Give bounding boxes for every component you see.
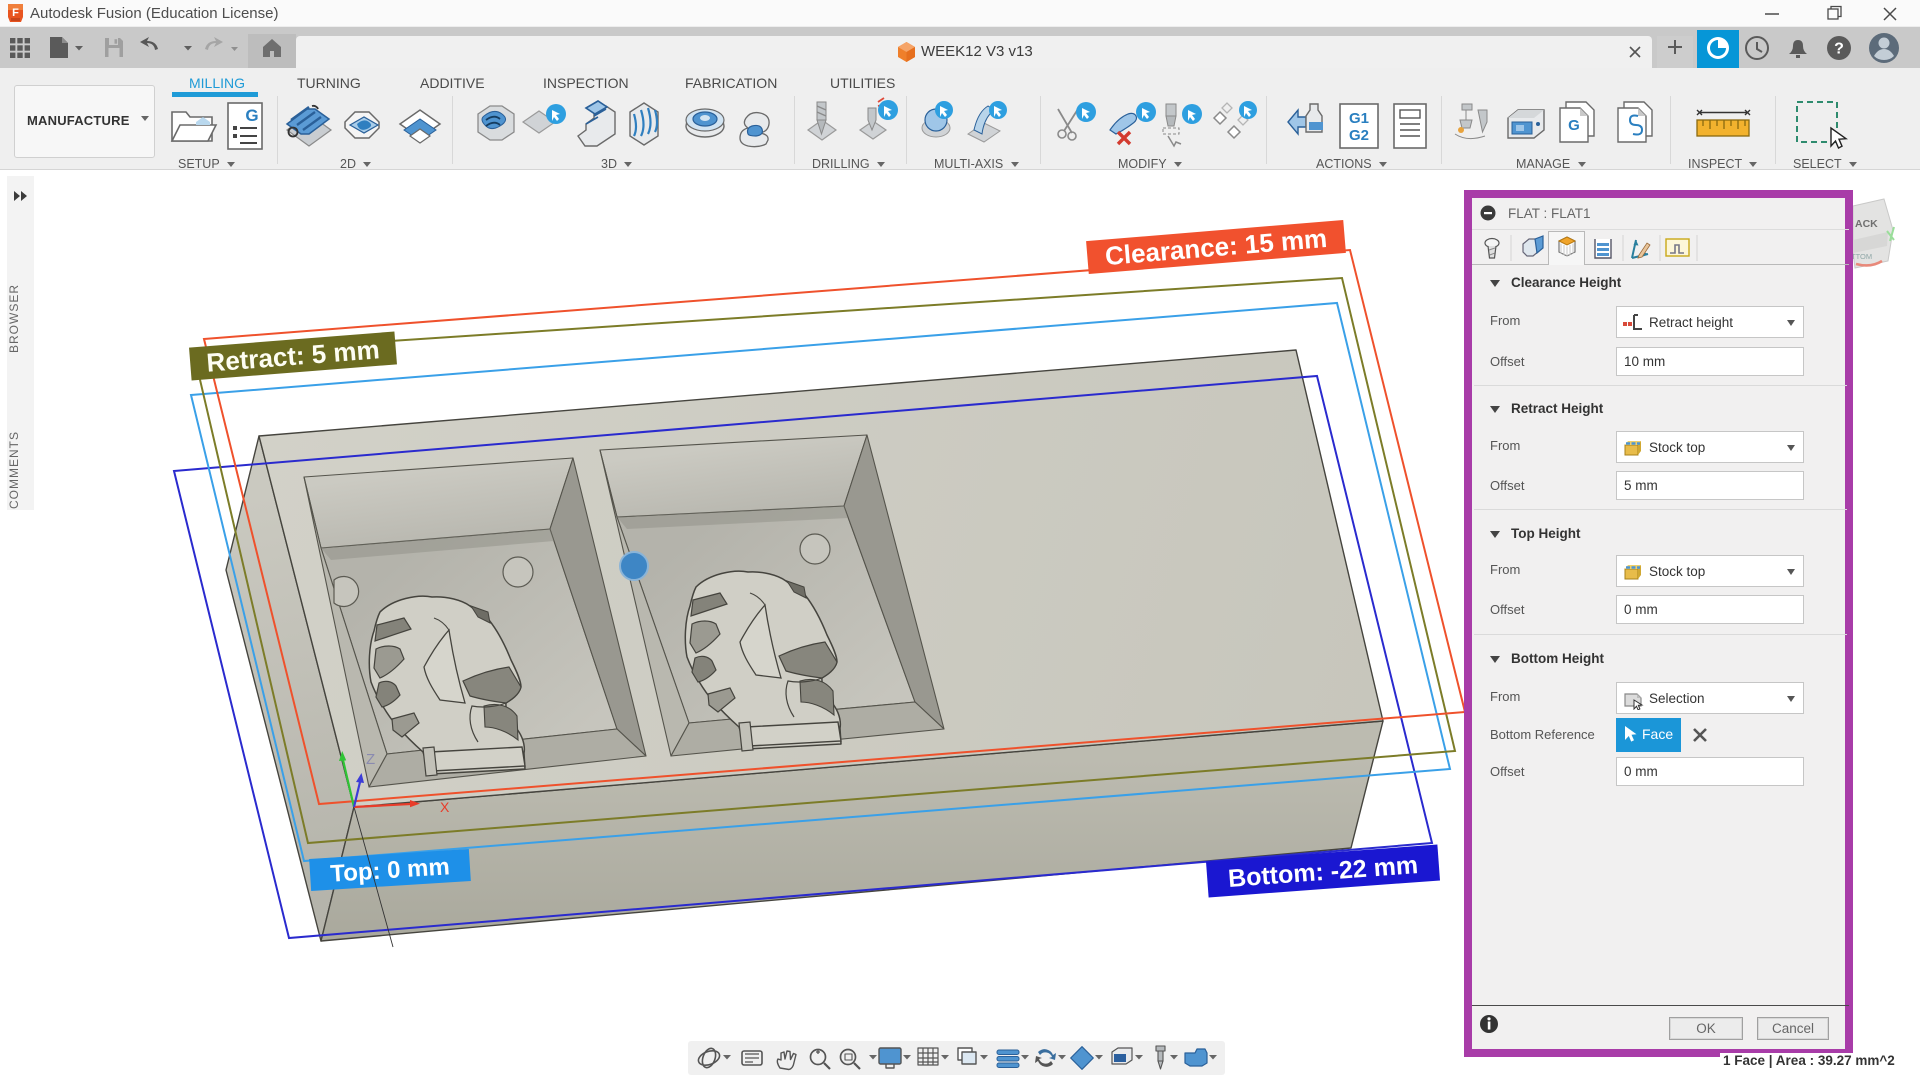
svg-text:?: ? [1834,41,1844,58]
svg-text:G1: G1 [1349,110,1369,127]
svg-text:Z: Z [366,751,375,768]
svg-text:G: G [1568,117,1580,134]
svg-text:F: F [12,7,19,19]
svg-text:TTOM: TTOM [1851,252,1872,261]
svg-text:ACK: ACK [1855,218,1878,230]
svg-text:G: G [245,106,258,125]
svg-text:X: X [440,799,450,815]
svg-text:G2: G2 [1349,127,1369,144]
